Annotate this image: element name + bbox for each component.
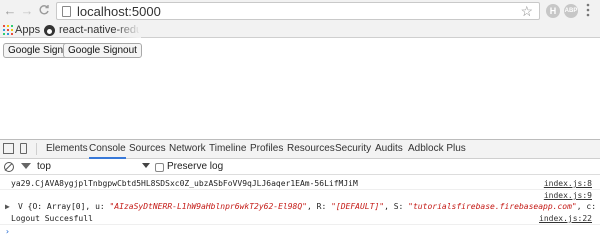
tab-elements[interactable]: Elements: [46, 140, 88, 159]
console-prompt-line[interactable]: ›: [0, 226, 600, 238]
expand-arrow-icon[interactable]: ▶: [5, 201, 10, 213]
clear-console-icon[interactable]: [4, 162, 14, 172]
browser-toolbar: ← → localhost:5000 ☆ H ABP Apps react-na…: [0, 0, 600, 38]
console-object-line[interactable]: ▶ V {O: Array[0], u: "AIzaSyDtNERR-L1hW9…: [0, 201, 600, 213]
filter-icon[interactable]: [21, 163, 31, 169]
bookmarks-bar: Apps react-native-redux-f: [0, 22, 600, 38]
tab-console[interactable]: Console: [89, 140, 126, 159]
console-output: ya29.CjAVA8ygjplTnbgpwCbtd5HL8SDSxc0Z_ub…: [0, 176, 600, 242]
console-object: V {O: Array[0], u: "AIzaSyDtNERR-L1hW9aH…: [18, 202, 600, 211]
reload-icon[interactable]: [37, 4, 51, 18]
console-toolbar: top Preserve log: [0, 160, 600, 175]
extension-h-icon[interactable]: H: [546, 4, 560, 18]
preserve-log-checkbox[interactable]: [155, 163, 164, 172]
github-icon: [44, 25, 55, 36]
page-icon: [62, 6, 71, 17]
console-prompt-icon: ›: [5, 227, 10, 236]
chevron-down-icon[interactable]: [142, 163, 150, 168]
device-toolbar-icon[interactable]: [20, 143, 27, 154]
preserve-log-label: Preserve log: [167, 161, 224, 172]
toolbar-divider: [36, 143, 37, 155]
console-message: ya29.CjAVA8ygjplTnbgpwCbtd5HL8SDSxc0Z_ub…: [11, 179, 358, 188]
apps-grid-icon[interactable]: [3, 25, 13, 35]
tab-sources[interactable]: Sources: [129, 140, 166, 159]
tab-adblock-plus[interactable]: Adblock Plus: [408, 140, 466, 159]
address-bar[interactable]: localhost:5000 ☆: [56, 2, 540, 20]
console-message: Logout Succesfull: [11, 214, 93, 223]
forward-arrow-icon[interactable]: →: [20, 4, 34, 18]
source-link[interactable]: index.js:8: [544, 178, 592, 190]
tab-resources[interactable]: Resources: [287, 140, 335, 159]
tab-profiles[interactable]: Profiles: [250, 140, 283, 159]
devtools-tab-bar: Elements Console Sources Network Timelin…: [0, 140, 600, 159]
tab-security[interactable]: Security: [335, 140, 371, 159]
tab-audits[interactable]: Audits: [375, 140, 403, 159]
bookmark-star-icon[interactable]: ☆: [520, 3, 533, 20]
console-line: Logout Succesfull index.js:22: [0, 213, 600, 225]
devtools-panel: Elements Console Sources Network Timelin…: [0, 139, 600, 242]
menu-icon[interactable]: [585, 3, 591, 19]
page-viewport: Google Signin Google Signout: [0, 39, 600, 139]
adblock-plus-icon[interactable]: ABP: [564, 4, 578, 18]
source-link[interactable]: index.js:22: [539, 213, 592, 225]
bookmark-fade: [115, 22, 141, 38]
context-select[interactable]: top: [37, 161, 51, 172]
back-arrow-icon[interactable]: ←: [3, 4, 17, 18]
tab-timeline[interactable]: Timeline: [209, 140, 246, 159]
tab-network[interactable]: Network: [169, 140, 206, 159]
address-url[interactable]: localhost:5000: [77, 4, 161, 19]
google-signout-button[interactable]: Google Signout: [63, 43, 142, 58]
console-line: ya29.CjAVA8ygjplTnbgpwCbtd5HL8SDSxc0Z_ub…: [0, 178, 600, 190]
bookmark-apps[interactable]: Apps: [15, 24, 40, 36]
inspect-element-icon[interactable]: [3, 143, 14, 154]
